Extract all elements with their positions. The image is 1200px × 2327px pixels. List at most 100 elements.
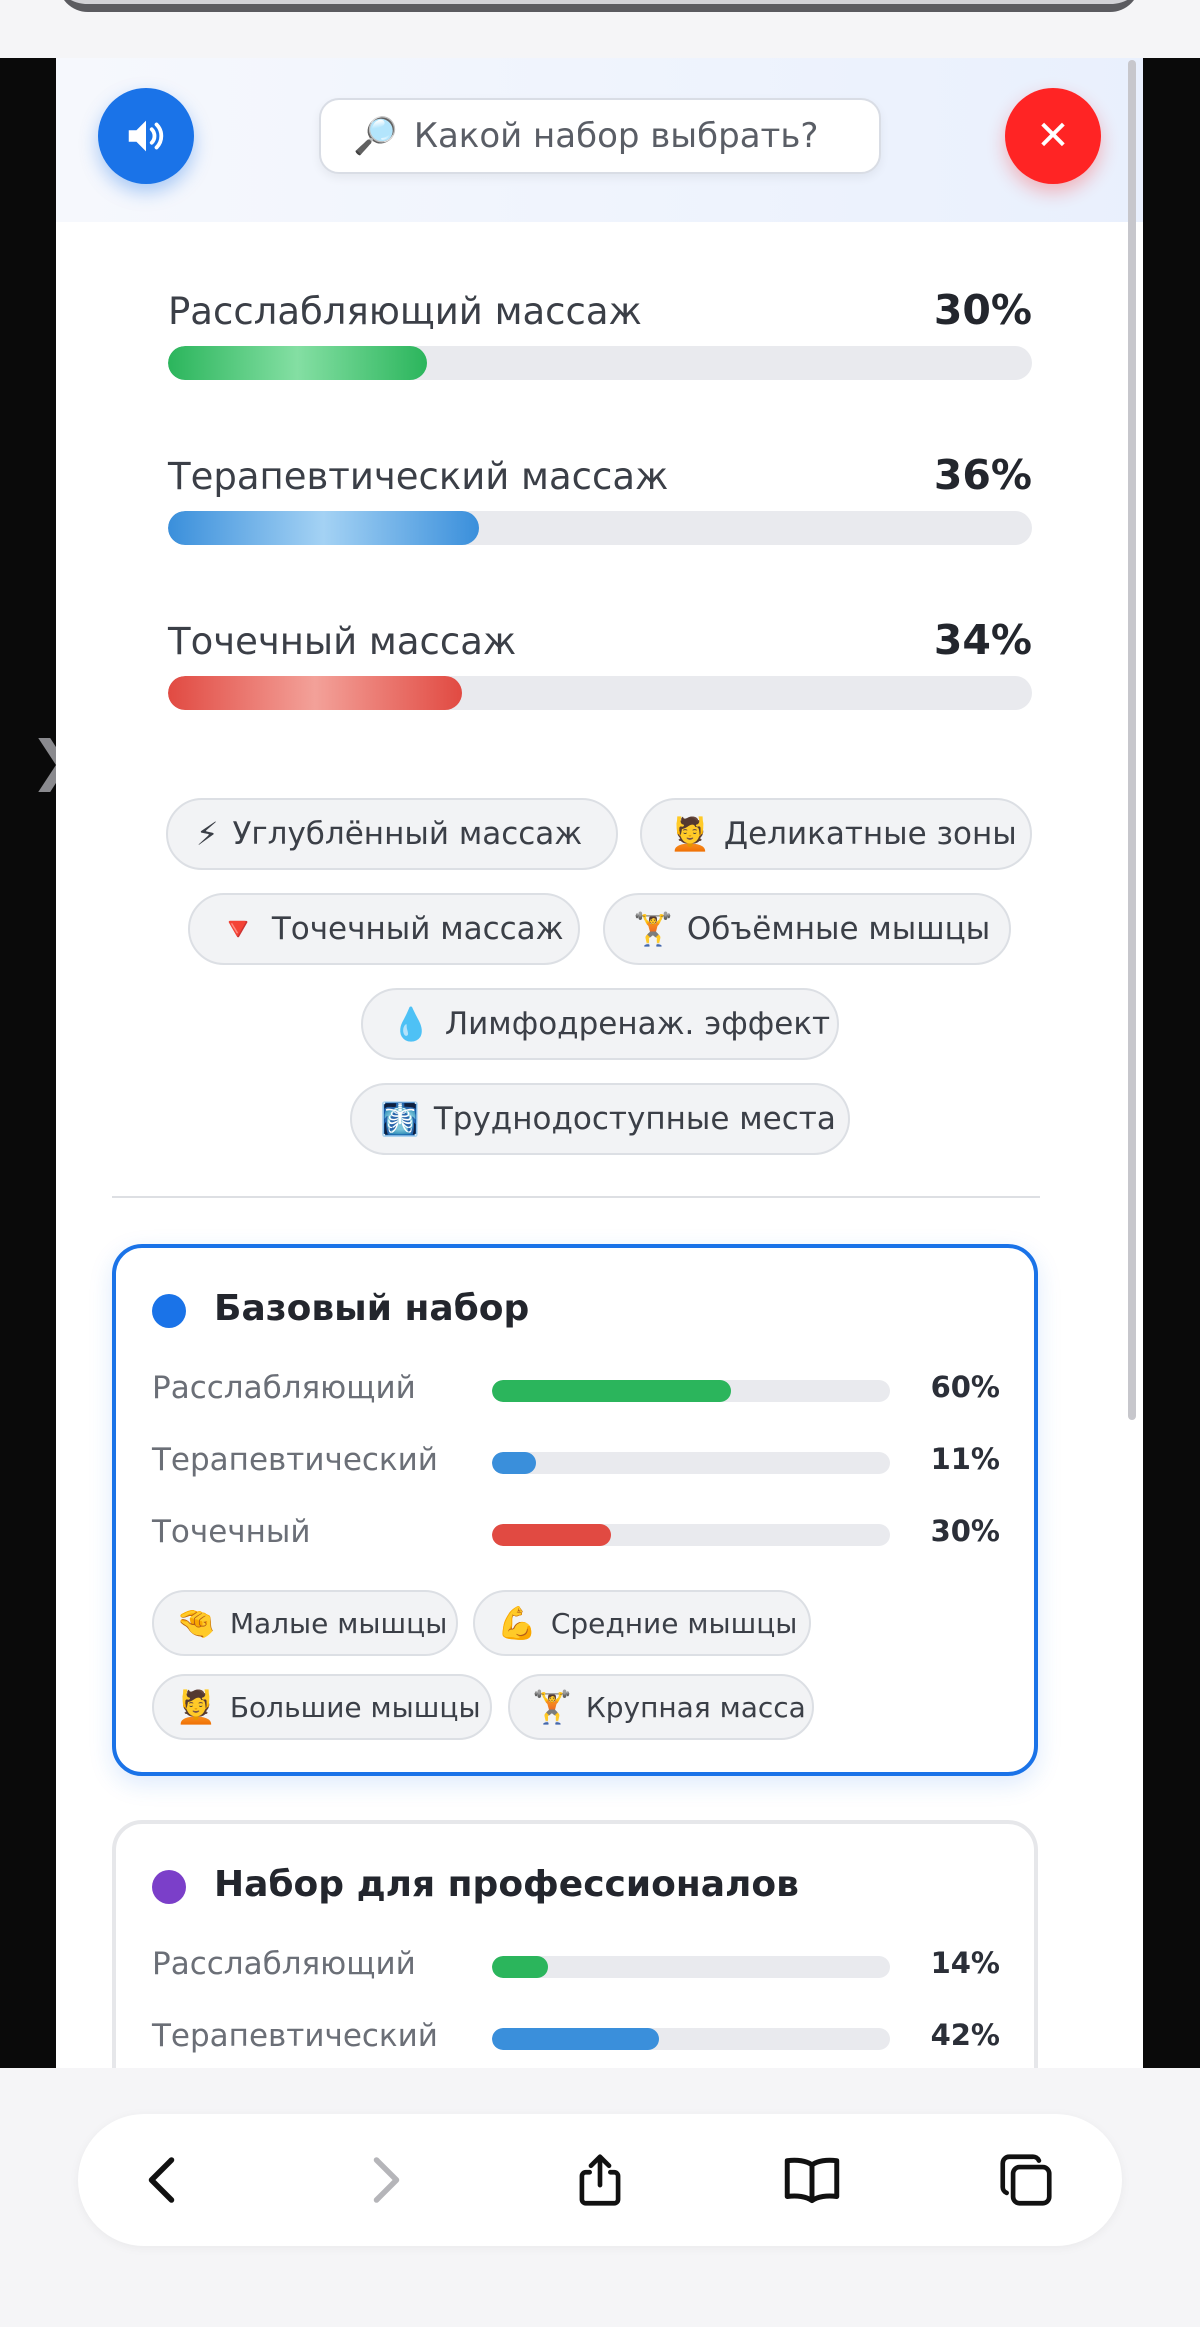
row-track: [492, 1452, 890, 1474]
row-percent: 11%: [930, 1442, 1000, 1476]
droplet-icon: 💧: [391, 1005, 431, 1043]
stat-percent: 36%: [933, 451, 1032, 499]
stat-label: Терапевтический массаж: [168, 455, 669, 498]
divider: [112, 1196, 1040, 1198]
row-percent: 60%: [930, 1370, 1000, 1404]
row-label: Терапевтический: [152, 2018, 438, 2054]
back-button[interactable]: [122, 2138, 206, 2222]
sound-button[interactable]: [98, 88, 194, 184]
row-label: Терапевтический: [152, 1442, 438, 1478]
row-percent: 42%: [930, 2018, 1000, 2052]
card-row: Точечный 30%: [152, 1514, 1000, 1554]
row-track: [492, 1380, 890, 1402]
speaker-icon: [128, 120, 164, 152]
massage-face-icon: 💆: [176, 1688, 216, 1726]
chip-label: Труднодоступные места: [433, 1101, 836, 1137]
magnifier-icon: 🔎: [353, 116, 398, 157]
card-dot: [152, 1294, 186, 1328]
set-card-pro[interactable]: Набор для профессионалов Расслабляющий 1…: [112, 1820, 1038, 2068]
card-dot: [152, 1870, 186, 1904]
stat-track: [168, 346, 1032, 380]
tag-chip: 💪 Средние мышцы: [473, 1590, 811, 1656]
tabs-icon: [1000, 2154, 1052, 2206]
row-fill: [492, 1452, 536, 1474]
toolbar-pill: [78, 2114, 1122, 2246]
left-backdrop: ❯: [0, 58, 75, 2068]
share-icon: [579, 2154, 621, 2206]
forward-button[interactable]: [342, 2138, 426, 2222]
card-title: Базовый набор: [214, 1288, 530, 1329]
row-fill: [492, 1956, 548, 1978]
lightning-icon: ⚡: [196, 815, 219, 853]
red-triangle-icon: 🔻: [218, 910, 258, 948]
tabs-button[interactable]: [984, 2138, 1068, 2222]
row-percent: 14%: [930, 1946, 1000, 1980]
stat-fill: [168, 346, 428, 380]
scrollbar[interactable]: [1128, 60, 1136, 1420]
weightlifter-icon: 🏋: [633, 910, 673, 948]
sheet-header: 🔎 Какой набор выбрать? ✕: [56, 58, 1143, 222]
top-strip: [0, 0, 1200, 58]
chip-label: Деликатные зоны: [723, 816, 1017, 852]
tag-label: Средние мышцы: [550, 1606, 798, 1640]
tag-chip: 💆 Большие мышцы: [152, 1674, 492, 1740]
row-fill: [492, 2028, 660, 2050]
card-title: Набор для профессионалов: [214, 1864, 799, 1905]
row-fill: [492, 1524, 612, 1546]
flexed-biceps-icon: 💪: [497, 1604, 537, 1642]
card-row: Терапевтический 11%: [152, 1442, 1000, 1482]
search-input[interactable]: 🔎 Какой набор выбрать?: [319, 98, 881, 174]
stat-label: Точечный массаж: [168, 620, 517, 663]
chip-label: Лимфодренаж. эффект: [444, 1006, 831, 1042]
pinch-hand-icon: 🤏: [176, 1604, 216, 1642]
row-track: [492, 1956, 890, 1978]
set-card-basic[interactable]: Базовый набор Расслабляющий 60% Терапевт…: [112, 1244, 1038, 1776]
card-row: Расслабляющий 60%: [152, 1370, 1000, 1410]
card-row: Терапевтический 42%: [152, 2018, 1000, 2058]
tag-label: Малые мышцы: [229, 1606, 448, 1640]
book-icon: [784, 2157, 840, 2204]
modal-sheet: 🔎 Какой набор выбрать? ✕ Расслабляющий м…: [56, 58, 1143, 2068]
row-label: Расслабляющий: [152, 1946, 416, 1982]
chip-label: Объёмные мышцы: [686, 911, 991, 947]
stat-label: Расслабляющий массаж: [168, 290, 642, 333]
stat-fill: [168, 511, 480, 545]
bookmarks-button[interactable]: [770, 2138, 854, 2222]
stat-track: [168, 676, 1032, 710]
stat-fill: [168, 676, 462, 710]
close-button[interactable]: ✕: [1005, 88, 1101, 184]
tag-label: Большие мышцы: [229, 1690, 481, 1724]
chip-label: Точечный массаж: [271, 911, 564, 947]
row-percent: 30%: [930, 1514, 1000, 1548]
xray-icon: 🩻: [380, 1100, 420, 1138]
chip-label: Углублённый массаж: [232, 816, 583, 852]
browser-toolbar: [0, 2068, 1200, 2327]
tag-chip: 🤏 Малые мышцы: [152, 1590, 458, 1656]
feature-chip[interactable]: 🔻 Точечный массаж: [188, 893, 580, 965]
back-arrow-icon: [148, 2157, 175, 2203]
feature-chip[interactable]: 🩻 Труднодоступные места: [350, 1083, 850, 1155]
feature-chip[interactable]: 💆 Деликатные зоны: [640, 798, 1032, 870]
weightlifter-icon: 🏋: [532, 1688, 572, 1726]
massage-face-icon: 💆: [670, 815, 710, 853]
card-row: Расслабляющий 14%: [152, 1946, 1000, 1986]
stat-percent: 34%: [933, 616, 1032, 664]
feature-chip[interactable]: ⚡ Углублённый массаж: [166, 798, 618, 870]
tag-label: Крупная масса: [585, 1690, 806, 1724]
close-icon: ✕: [1036, 113, 1070, 159]
tag-chip: 🏋 Крупная масса: [508, 1674, 814, 1740]
row-label: Расслабляющий: [152, 1370, 416, 1406]
feature-chip[interactable]: 🏋 Объёмные мышцы: [603, 893, 1011, 965]
search-placeholder: Какой набор выбрать?: [413, 116, 819, 156]
feature-chip[interactable]: 💧 Лимфодренаж. эффект: [361, 988, 839, 1060]
share-button[interactable]: [558, 2138, 642, 2222]
row-track: [492, 1524, 890, 1546]
right-backdrop: [1143, 58, 1200, 2068]
stat-percent: 30%: [933, 286, 1032, 334]
previous-sheet-edge: [58, 0, 1140, 12]
row-track: [492, 2028, 890, 2050]
forward-arrow-icon: [373, 2157, 400, 2203]
row-label: Точечный: [152, 1514, 311, 1550]
stat-track: [168, 511, 1032, 545]
row-fill: [492, 1380, 731, 1402]
